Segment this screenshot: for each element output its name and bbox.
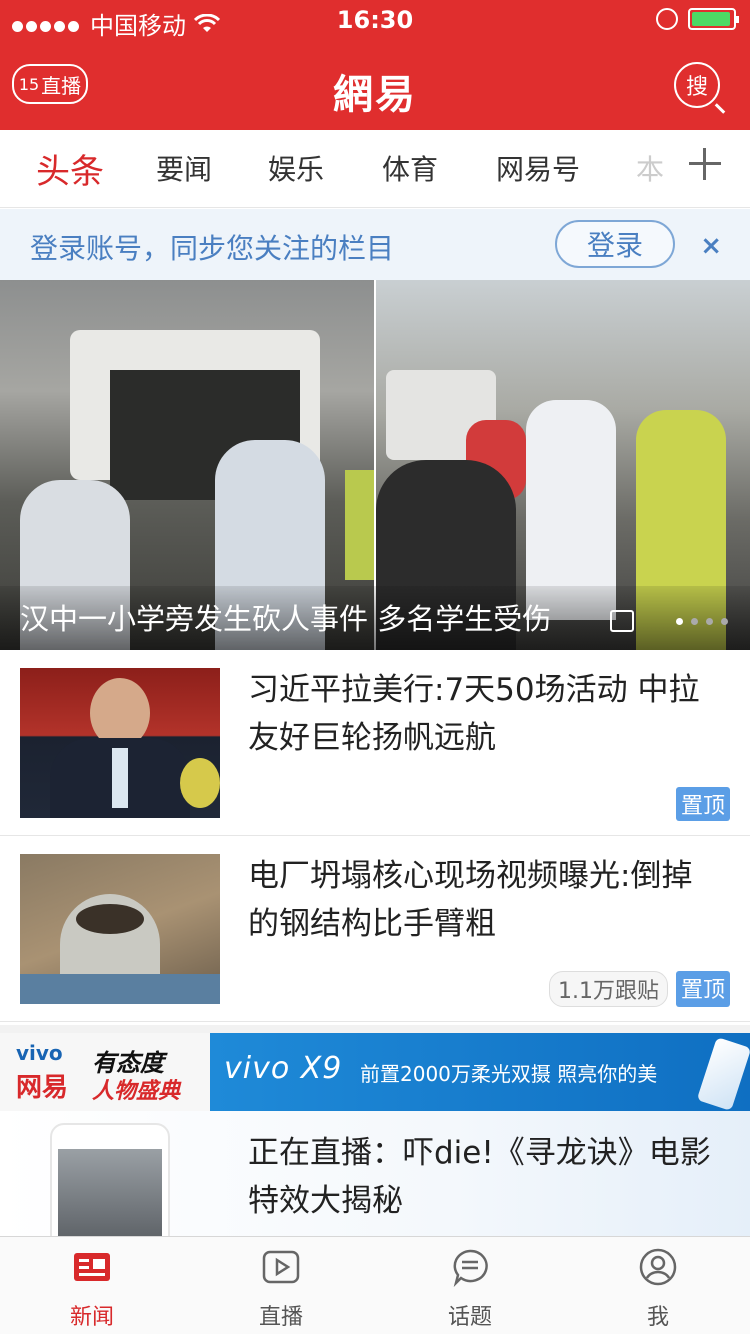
hero-caption: 汉中一小学旁发生砍人事件 多名学生受伤: [20, 602, 552, 636]
user-icon: [639, 1248, 677, 1286]
ad-product-text: 前置2000万柔光双摄 照亮你的美: [360, 1062, 658, 1086]
hero-carousel[interactable]: 汉中一小学旁发生砍人事件 多名学生受伤: [0, 280, 750, 650]
status-bar: 中国移动 16:30: [0, 0, 750, 40]
flowers-shape: [180, 758, 220, 808]
status-right: [656, 8, 739, 30]
news-badges: 1.1万跟贴 置顶: [548, 971, 730, 1007]
tab-topics[interactable]: 话题: [410, 1247, 530, 1331]
status-time: 16:30: [336, 6, 414, 34]
news-title: 电厂坍塌核心现场视频曝光:倒掉的钢结构比手臂粗: [248, 858, 693, 942]
nav-bar: 15 直播 網易 搜: [0, 40, 750, 130]
tab-label: 我: [646, 1305, 669, 1330]
tab-label: 直播: [258, 1305, 303, 1330]
comment-count-badge[interactable]: 1.1万跟贴: [548, 971, 668, 1007]
ad-banner: vivo 网易 有态度 人物盛典 vivo X9 前置2000万柔光双摄 照亮你…: [0, 1033, 750, 1111]
login-banner: 登录账号，同步您关注的栏目 登录 ×: [0, 209, 750, 280]
carousel-dots: [676, 618, 728, 625]
login-prompt: 登录账号，同步您关注的栏目: [30, 232, 395, 265]
battery-icon: [688, 8, 739, 30]
rotation-lock-icon: [656, 8, 678, 30]
news-badges: 置顶: [675, 787, 730, 821]
tab-news[interactable]: 要闻: [156, 148, 212, 188]
login-button[interactable]: 登录: [555, 220, 675, 268]
channel-tabs: 头条 要闻 娱乐 体育 网易号 本: [0, 130, 750, 208]
tab-entertainment[interactable]: 娱乐: [268, 148, 324, 188]
chat-icon: [453, 1249, 488, 1288]
tab-label: 话题: [447, 1305, 492, 1330]
tab-sports[interactable]: 体育: [382, 148, 438, 188]
ad-product: vivo X9: [224, 1051, 343, 1086]
news-thumbnail: [20, 668, 220, 818]
tab-local[interactable]: 本: [636, 148, 664, 188]
ad-brand-netease: 网易: [16, 1073, 69, 1103]
news-item[interactable]: 习近平拉美行:7天50场活动 中拉友好巨轮扬帆远航 置顶: [0, 650, 750, 836]
site-ground-shape: [20, 974, 220, 1004]
tower-opening-shape: [76, 904, 144, 934]
ad-title: 正在直播：吓die!《寻龙诀》电影特效大揭秘: [248, 1135, 711, 1219]
ad-slogan-sub: 人物盛典: [92, 1079, 181, 1104]
news-item[interactable]: 电厂坍塌核心现场视频曝光:倒掉的钢结构比手臂粗 1.1万跟贴 置顶: [0, 836, 750, 1022]
tab-live[interactable]: 直播: [221, 1247, 341, 1331]
netease-logo: 網易: [333, 71, 417, 118]
tab-headlines[interactable]: 头条: [36, 144, 104, 193]
search-label: 搜: [685, 75, 708, 100]
news-icon: [74, 1253, 110, 1281]
gallery-icon: [610, 610, 634, 632]
tab-netease-hao[interactable]: 网易号: [496, 148, 580, 188]
play-icon: [262, 1250, 300, 1284]
pinned-badge: 置顶: [675, 787, 730, 821]
ad-card[interactable]: vivo 网易 有态度 人物盛典 vivo X9 前置2000万柔光双摄 照亮你…: [0, 1025, 750, 1293]
ad-brand-vivo: vivo: [16, 1041, 63, 1065]
vest-shape: [345, 470, 374, 580]
tab-label: 新闻: [69, 1305, 114, 1330]
portrait-shirt: [112, 748, 128, 808]
search-button[interactable]: 搜: [674, 62, 720, 108]
pinned-badge: 置顶: [675, 971, 730, 1007]
add-channel-icon[interactable]: [686, 144, 722, 180]
tab-me[interactable]: 我: [598, 1247, 718, 1331]
ad-body: 正在直播：吓die!《寻龙诀》电影特效大揭秘 ……: [0, 1111, 750, 1293]
close-icon[interactable]: ×: [700, 231, 722, 261]
netease-news-app: 中国移动 16:30 15 直播 網易 搜 头条 要闻 娱乐 体育 网易号 本: [0, 0, 750, 1334]
news-thumbnail: [20, 854, 220, 1004]
bottom-tab-bar: 新闻 直播 话题 我: [0, 1236, 750, 1334]
tab-news-feed[interactable]: 新闻: [32, 1247, 152, 1331]
ad-phone-image: [696, 1037, 750, 1111]
news-title: 习近平拉美行:7天50场活动 中拉友好巨轮扬帆远航: [248, 672, 700, 756]
